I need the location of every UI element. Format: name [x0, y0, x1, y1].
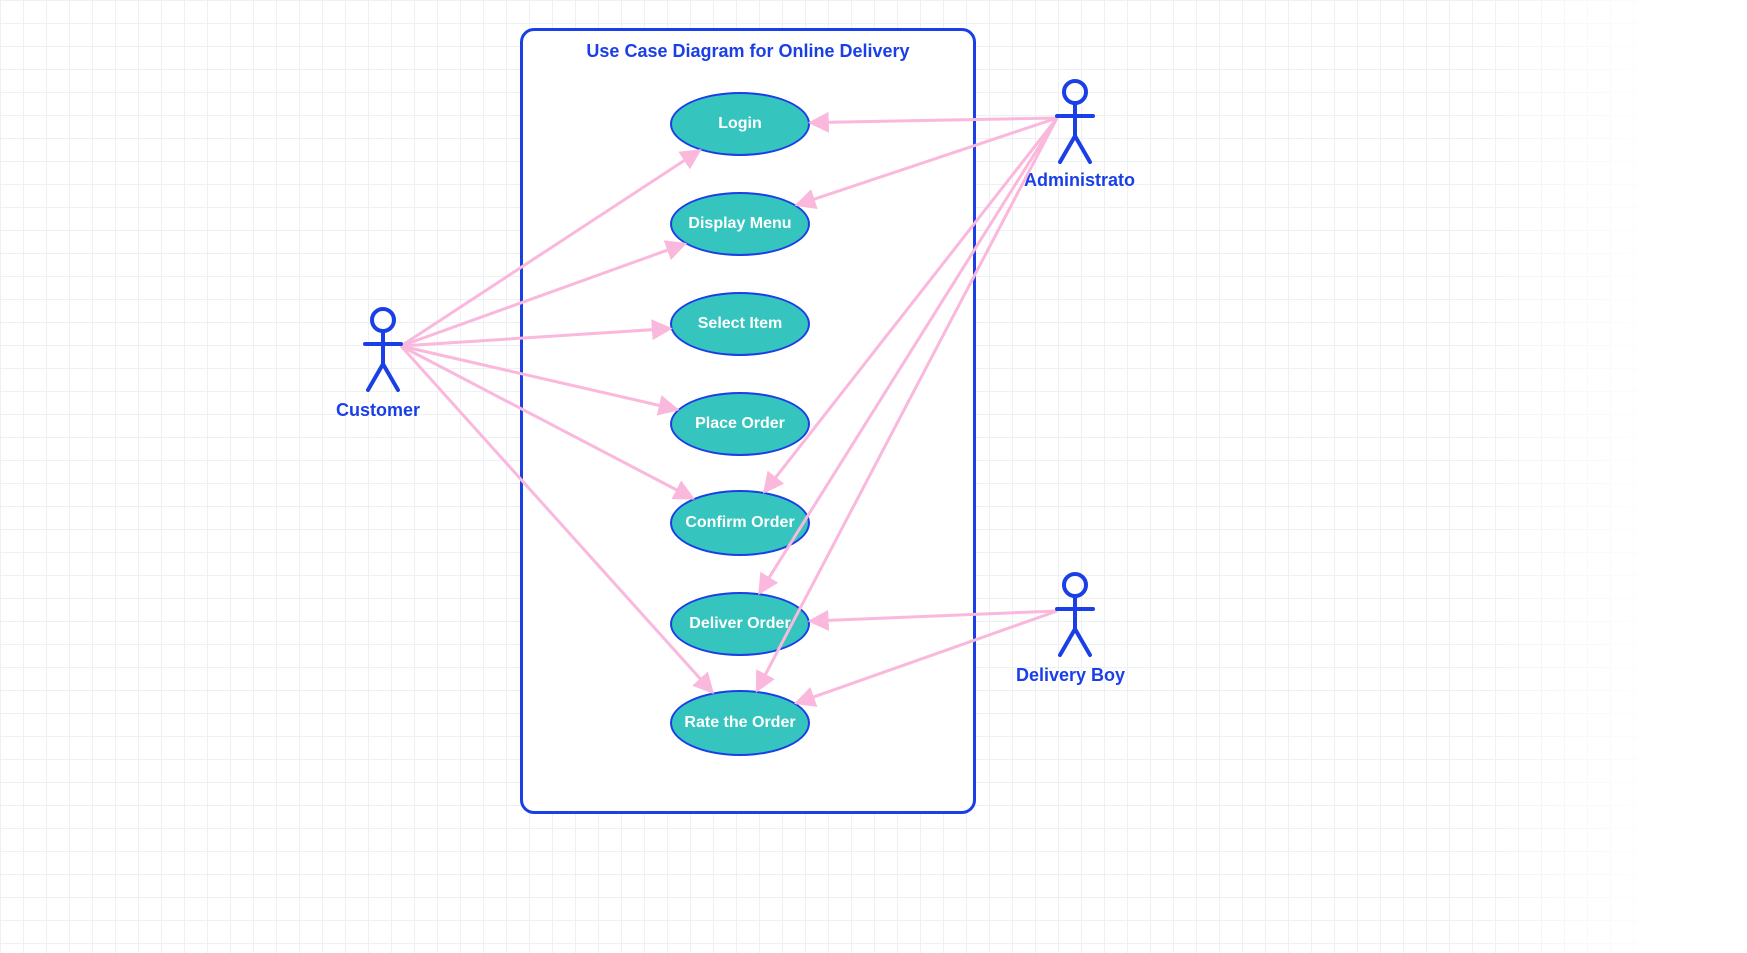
actor-admin-label: Administrato — [1024, 170, 1135, 191]
usecase-label: Display Menu — [688, 215, 791, 233]
usecase-place-order: Place Order — [670, 392, 810, 456]
system-title: Use Case Diagram for Online Delivery — [523, 41, 973, 62]
usecase-rate-order: Rate the Order — [670, 690, 810, 756]
usecase-label: Place Order — [695, 415, 785, 433]
usecase-deliver-order: Deliver Order — [670, 592, 810, 656]
usecase-label: Rate the Order — [684, 714, 795, 732]
actor-customer-label: Customer — [336, 400, 420, 421]
usecase-display-menu: Display Menu — [670, 192, 810, 256]
actor-delivery-label: Delivery Boy — [1016, 665, 1125, 686]
diagram-canvas: Use Case Diagram for Online Delivery Log… — [0, 0, 1747, 953]
usecase-label: Deliver Order — [689, 615, 790, 633]
usecase-select-item: Select Item — [670, 292, 810, 356]
usecase-label: Confirm Order — [685, 514, 794, 532]
usecase-login: Login — [670, 92, 810, 156]
usecase-label: Login — [718, 115, 762, 133]
usecase-confirm-order: Confirm Order — [670, 490, 810, 556]
usecase-label: Select Item — [698, 315, 782, 333]
